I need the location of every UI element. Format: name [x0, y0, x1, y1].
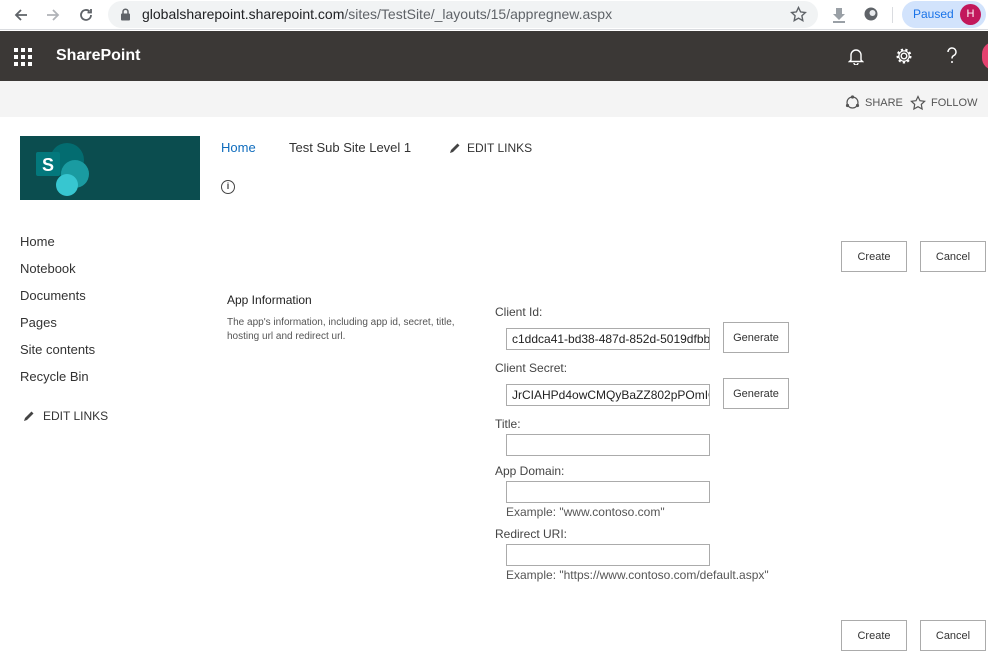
- create-button-top[interactable]: Create: [841, 241, 907, 272]
- toolbar-divider: [892, 7, 893, 23]
- logo-letter: S: [42, 155, 55, 175]
- share-label: SHARE: [865, 96, 903, 109]
- left-nav-pages[interactable]: Pages: [20, 315, 57, 330]
- redirect-uri-input[interactable]: [506, 544, 710, 566]
- url-path: /sites/TestSite/_layouts/15/appregnew.as…: [344, 6, 613, 22]
- help-question-icon[interactable]: [940, 44, 964, 68]
- forward-arrow-icon[interactable]: [42, 4, 64, 26]
- top-nav-home[interactable]: Home: [221, 140, 256, 155]
- left-nav-site-contents[interactable]: Site contents: [20, 342, 95, 357]
- share-icon: [845, 95, 860, 109]
- url-host: globalsharepoint.sharepoint.com: [142, 6, 345, 22]
- notification-bell-icon[interactable]: [844, 44, 868, 68]
- app-domain-example: Example: "www.contoso.com": [506, 505, 665, 519]
- follow-button[interactable]: FOLLOW: [910, 95, 977, 111]
- generate-client-secret-button[interactable]: Generate: [723, 378, 789, 409]
- bookmark-star-icon[interactable]: [790, 5, 807, 28]
- section-title: App Information: [227, 293, 312, 307]
- top-edit-links-label: EDIT LINKS: [467, 141, 533, 155]
- app-domain-input[interactable]: [506, 481, 710, 503]
- profile-button[interactable]: Paused H: [902, 1, 986, 28]
- app-domain-label: App Domain:: [495, 464, 565, 478]
- client-secret-input[interactable]: JrCIAHPd4owCMQyBaZZ802pPOmIO: [506, 384, 710, 406]
- share-button[interactable]: SHARE: [845, 95, 903, 110]
- pencil-icon: [24, 411, 34, 421]
- left-edit-links-label: EDIT LINKS: [43, 409, 109, 423]
- top-edit-links[interactable]: EDIT LINKS: [448, 141, 532, 155]
- settings-gear-icon[interactable]: [892, 44, 916, 68]
- pencil-icon: [450, 143, 460, 153]
- title-input[interactable]: [506, 434, 710, 456]
- generate-client-id-button[interactable]: Generate: [723, 322, 789, 353]
- title-label: Title:: [495, 417, 521, 431]
- left-nav-documents[interactable]: Documents: [20, 288, 86, 303]
- extension-icon[interactable]: [863, 6, 879, 27]
- create-button-bottom[interactable]: Create: [841, 620, 907, 651]
- redirect-uri-label: Redirect URI:: [495, 527, 568, 541]
- avatar: H: [960, 4, 981, 25]
- user-avatar-edge[interactable]: [982, 42, 988, 70]
- cancel-button-bottom[interactable]: Cancel: [920, 620, 986, 651]
- profile-status: Paused: [913, 7, 954, 21]
- client-secret-label: Client Secret:: [495, 361, 568, 375]
- star-icon: [910, 95, 926, 111]
- site-logo[interactable]: S: [20, 136, 200, 200]
- left-nav-notebook[interactable]: Notebook: [20, 261, 76, 276]
- section-description: The app's information, including app id,…: [227, 317, 455, 342]
- info-icon[interactable]: i: [221, 180, 235, 194]
- browser-toolbar: globalsharepoint.sharepoint.com/sites/Te…: [0, 0, 988, 30]
- address-bar[interactable]: globalsharepoint.sharepoint.com/sites/Te…: [108, 1, 818, 28]
- left-nav-recycle-bin[interactable]: Recycle Bin: [20, 369, 89, 384]
- download-icon[interactable]: [830, 6, 848, 29]
- url-text: globalsharepoint.sharepoint.com/sites/Te…: [142, 6, 612, 22]
- lock-icon: [120, 8, 131, 26]
- top-nav-test-sub-site[interactable]: Test Sub Site Level 1: [289, 140, 411, 155]
- back-arrow-icon[interactable]: [10, 4, 32, 26]
- follow-label: FOLLOW: [931, 97, 978, 109]
- left-edit-links[interactable]: EDIT LINKS: [22, 409, 108, 423]
- client-id-input[interactable]: c1ddca41-bd38-487d-852d-5019dfbb: [506, 328, 710, 350]
- site-action-bar: SHARE FOLLOW: [0, 81, 988, 117]
- left-nav-home[interactable]: Home: [20, 234, 55, 249]
- reload-icon[interactable]: [75, 4, 97, 26]
- cancel-button-top[interactable]: Cancel: [920, 241, 986, 272]
- redirect-uri-example: Example: "https://www.contoso.com/defaul…: [506, 568, 769, 582]
- suite-title[interactable]: SharePoint: [56, 47, 140, 65]
- suite-bar: SharePoint: [0, 31, 988, 81]
- app-launcher-icon[interactable]: [14, 48, 32, 71]
- client-id-label: Client Id:: [495, 305, 543, 319]
